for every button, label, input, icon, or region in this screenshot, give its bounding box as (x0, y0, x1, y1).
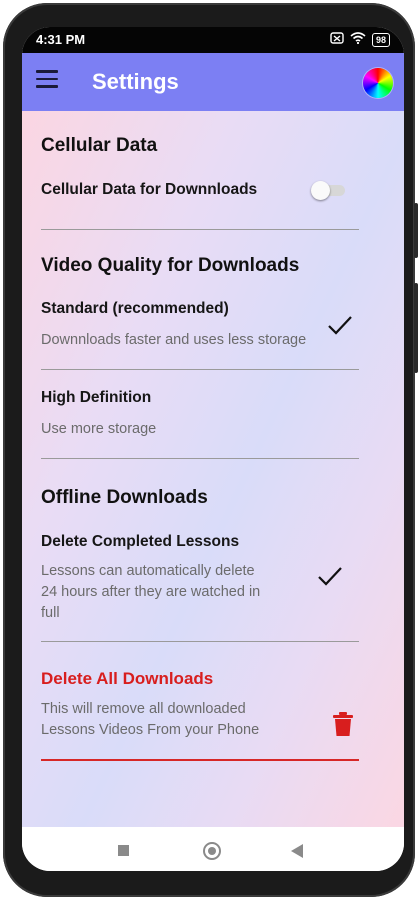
description-line: Lessons can automatically delete (41, 563, 255, 579)
hamburger-menu-icon[interactable] (36, 70, 58, 94)
delete-all-label: Delete All Downloads (41, 669, 214, 688)
option-hd-description: Use more storage (41, 421, 157, 437)
back-icon[interactable] (291, 844, 303, 858)
power-button (414, 283, 418, 373)
home-icon[interactable] (203, 842, 221, 860)
divider (41, 641, 359, 642)
option-standard-label: Standard (recommended) (41, 300, 229, 317)
wifi-icon (350, 32, 366, 47)
description-line: 24 hours after they are watched in (41, 584, 261, 600)
section-title-offline: Offline Downloads (41, 487, 208, 508)
volume-button (414, 203, 418, 258)
delete-completed-description: Lessons can automatically delete 24 hour… (41, 561, 260, 624)
app-bar: Settings (22, 53, 404, 111)
divider (41, 229, 359, 230)
delete-all-description: This will remove all downloaded Lessons … (41, 699, 259, 741)
status-bar: 4:31 PM 98 (22, 27, 404, 53)
cellular-data-label: Cellular Data for Downnloads (41, 181, 258, 198)
option-hd-label: High Definition (41, 389, 152, 406)
phone-frame: 4:31 PM 98 Settings Cellular Data Cellul… (3, 3, 418, 897)
delete-completed-label: Delete Completed Lessons (41, 533, 240, 550)
screen: 4:31 PM 98 Settings Cellular Data Cellul… (22, 27, 404, 871)
cellular-data-toggle[interactable] (311, 181, 347, 200)
description-line: Lessons Videos From your Phone (41, 722, 260, 738)
navigation-bar (22, 827, 404, 871)
trash-icon[interactable] (332, 711, 354, 737)
divider (41, 369, 359, 370)
sim-off-icon (330, 32, 344, 47)
status-icons: 98 (330, 32, 390, 47)
divider (41, 458, 359, 459)
option-standard-description: Downnloads faster and uses less storage (41, 332, 307, 348)
description-line: full (41, 605, 60, 621)
danger-divider (41, 759, 359, 761)
checkmark-icon (328, 316, 352, 335)
description-line: This will remove all downloaded (41, 701, 246, 717)
section-title-video-quality: Video Quality for Downloads (41, 255, 300, 276)
color-wheel-icon[interactable] (363, 68, 393, 98)
status-time: 4:31 PM (36, 32, 86, 47)
page-title: Settings (92, 69, 179, 94)
battery-icon: 98 (371, 32, 390, 47)
settings-content: Cellular Data Cellular Data for Downnloa… (22, 111, 404, 827)
section-title-cellular: Cellular Data (41, 135, 158, 156)
toggle-thumb (311, 181, 330, 200)
checkmark-icon (318, 567, 342, 586)
recent-apps-icon[interactable] (118, 845, 129, 856)
